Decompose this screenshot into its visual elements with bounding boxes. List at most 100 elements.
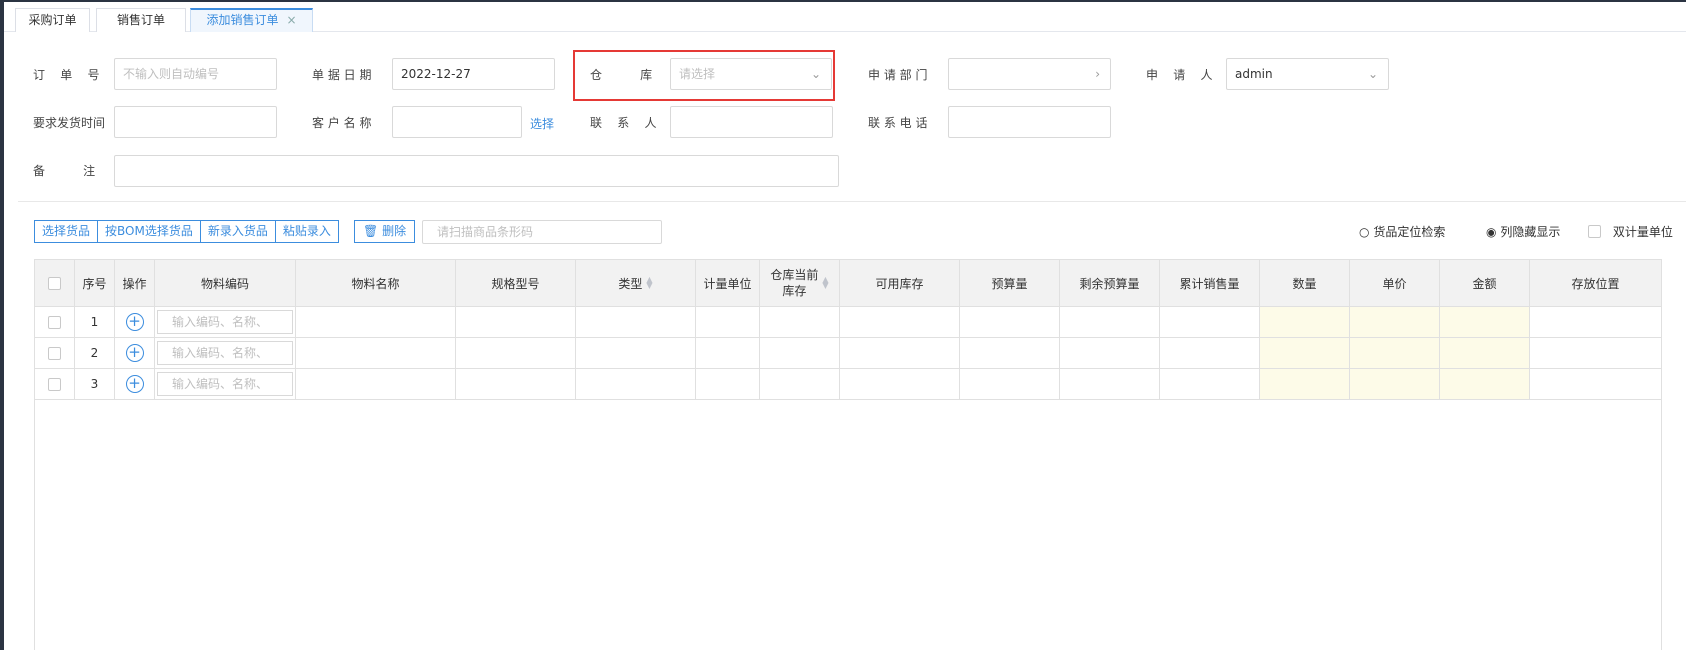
phone-label: 联 系 电 话 bbox=[868, 116, 928, 130]
header-cell: 序号 bbox=[75, 260, 115, 306]
goods-table: 序号 操作 物料编码 物料名称 规格型号 类型 ▲ ▼ 计量单位 仓库当前 库存 ▲ ▼ … bbox=[34, 259, 1662, 650]
tab-add-sales-order[interactable]: 添加销售订单 × bbox=[190, 8, 313, 32]
add-row-icon[interactable]: + bbox=[125, 344, 144, 362]
tab-sales-order[interactable]: 销售订单 bbox=[96, 8, 186, 32]
tab-label: 采购订单 bbox=[28, 13, 77, 27]
unit-price-cell[interactable] bbox=[1350, 307, 1440, 337]
location-cell[interactable] bbox=[1530, 307, 1661, 337]
warehouse-select[interactable]: 请选择 ⌄ bbox=[670, 58, 832, 90]
row-cell[interactable] bbox=[456, 369, 576, 399]
row-code: 输入编码、名称、 bbox=[155, 369, 296, 399]
sort-icon[interactable]: ▲ ▼ bbox=[822, 276, 828, 290]
row-cell[interactable] bbox=[296, 338, 456, 368]
row-cell[interactable] bbox=[296, 307, 456, 337]
sort-icon[interactable]: ▲ ▼ bbox=[646, 276, 652, 290]
doc-date-label: 单 据 日 期 bbox=[312, 68, 372, 82]
warehouse-placeholder: 请选择 bbox=[679, 67, 716, 81]
row-cell bbox=[840, 338, 960, 368]
header-stock-line2: 库存 bbox=[782, 284, 807, 298]
row-cell bbox=[1160, 338, 1260, 368]
header-cell: 累计销售量 bbox=[1160, 260, 1260, 306]
header-cell: 物料名称 bbox=[296, 260, 456, 306]
row-cell[interactable] bbox=[576, 369, 696, 399]
tab-purchase-order[interactable]: 采购订单 bbox=[15, 8, 90, 32]
customer-input[interactable] bbox=[392, 106, 522, 138]
row-cell[interactable] bbox=[296, 369, 456, 399]
department-select[interactable]: › bbox=[948, 58, 1111, 90]
row-cell bbox=[1160, 307, 1260, 337]
header-type[interactable]: 类型 ▲ ▼ bbox=[576, 260, 696, 306]
delete-label: 删除 bbox=[382, 224, 407, 238]
applicant-value: admin bbox=[1235, 67, 1273, 81]
row-checkbox[interactable] bbox=[48, 315, 61, 329]
quantity-cell[interactable] bbox=[1260, 307, 1350, 337]
quantity-cell[interactable] bbox=[1260, 338, 1350, 368]
delete-button[interactable]: 🗑 删除 bbox=[354, 220, 416, 243]
locate-label: 货品定位检索 bbox=[1373, 225, 1446, 239]
select-all-checkbox[interactable] bbox=[48, 276, 61, 290]
unit-price-cell[interactable] bbox=[1350, 369, 1440, 399]
close-icon[interactable]: × bbox=[286, 10, 296, 31]
row-cell[interactable] bbox=[696, 338, 760, 368]
code-input[interactable]: 输入编码、名称、 bbox=[157, 372, 293, 396]
column-visibility-button[interactable]: ◉ 列隐藏显示 bbox=[1486, 223, 1560, 240]
order-no-input[interactable]: 不输入则自动编号 bbox=[114, 58, 277, 90]
dual-unit-checkbox[interactable] bbox=[1588, 225, 1601, 238]
left-border bbox=[0, 0, 4, 650]
row-cell[interactable] bbox=[696, 369, 760, 399]
header-cell: 物料编码 bbox=[155, 260, 296, 306]
row-cell[interactable] bbox=[576, 307, 696, 337]
unit-price-cell[interactable] bbox=[1350, 338, 1440, 368]
row-cell bbox=[760, 307, 840, 337]
add-row-icon[interactable]: + bbox=[125, 375, 144, 393]
row-cell[interactable] bbox=[576, 338, 696, 368]
select-goods-button[interactable]: 选择货品 bbox=[34, 220, 99, 243]
ship-time-input[interactable] bbox=[114, 106, 277, 138]
app-frame: 采购订单 销售订单 添加销售订单 × 订 单 号 不输入则自动编号 单 据 日 期… bbox=[0, 0, 1686, 650]
row-checkbox[interactable] bbox=[48, 346, 61, 360]
applicant-select[interactable]: admin ⌄ bbox=[1226, 58, 1389, 90]
row-cell[interactable] bbox=[456, 307, 576, 337]
dual-unit-label: 双计量单位 bbox=[1612, 225, 1673, 239]
row-checkbox[interactable] bbox=[48, 377, 61, 391]
tab-bar: 采购订单 销售订单 添加销售订单 × bbox=[4, 2, 1686, 32]
row-cell bbox=[760, 369, 840, 399]
row-cell bbox=[840, 307, 960, 337]
row-cell[interactable] bbox=[696, 307, 760, 337]
row-select bbox=[35, 338, 75, 368]
header-cell: 计量单位 bbox=[696, 260, 760, 306]
doc-date-input[interactable]: 2022-12-27 bbox=[392, 58, 555, 90]
remark-input[interactable] bbox=[114, 155, 839, 187]
quantity-cell[interactable] bbox=[1260, 369, 1350, 399]
add-row-icon[interactable]: + bbox=[125, 313, 144, 331]
paste-entry-button[interactable]: 粘贴录入 bbox=[274, 220, 339, 243]
amount-cell[interactable] bbox=[1440, 338, 1530, 368]
location-cell[interactable] bbox=[1530, 338, 1661, 368]
header-stock[interactable]: 仓库当前库存 ▲ ▼ bbox=[760, 260, 840, 306]
header-stock-line1: 仓库当前 bbox=[770, 268, 819, 282]
bom-select-button[interactable]: 按BOM选择货品 bbox=[97, 220, 201, 243]
row-cell[interactable] bbox=[456, 338, 576, 368]
location-cell[interactable] bbox=[1530, 369, 1661, 399]
chevron-down-icon: ⌄ bbox=[1367, 67, 1378, 81]
row-select bbox=[35, 369, 75, 399]
new-goods-button[interactable]: 新录入货品 bbox=[199, 220, 276, 243]
phone-input[interactable] bbox=[948, 106, 1111, 138]
code-input[interactable]: 输入编码、名称、 bbox=[157, 310, 293, 334]
amount-cell[interactable] bbox=[1440, 369, 1530, 399]
amount-cell[interactable] bbox=[1440, 307, 1530, 337]
search-icon: ○ bbox=[1359, 225, 1370, 239]
barcode-scan-input[interactable]: 请扫描商品条形码 bbox=[422, 220, 662, 244]
header-cell: 规格型号 bbox=[456, 260, 576, 306]
locate-search-button[interactable]: ○ 货品定位检索 bbox=[1359, 223, 1445, 240]
row-action: + bbox=[115, 338, 155, 368]
dual-unit-toggle[interactable]: 双计量单位 bbox=[1588, 223, 1673, 240]
ship-time-label: 要求发货时间 bbox=[33, 116, 106, 130]
row-code: 输入编码、名称、 bbox=[155, 338, 296, 368]
contact-label: 联 系 人 bbox=[590, 116, 657, 130]
customer-select-link[interactable]: 选择 bbox=[530, 115, 554, 132]
department-label: 申 请 部 门 bbox=[868, 68, 928, 82]
header-select-all bbox=[35, 260, 75, 306]
code-input[interactable]: 输入编码、名称、 bbox=[157, 341, 293, 365]
contact-input[interactable] bbox=[670, 106, 833, 138]
